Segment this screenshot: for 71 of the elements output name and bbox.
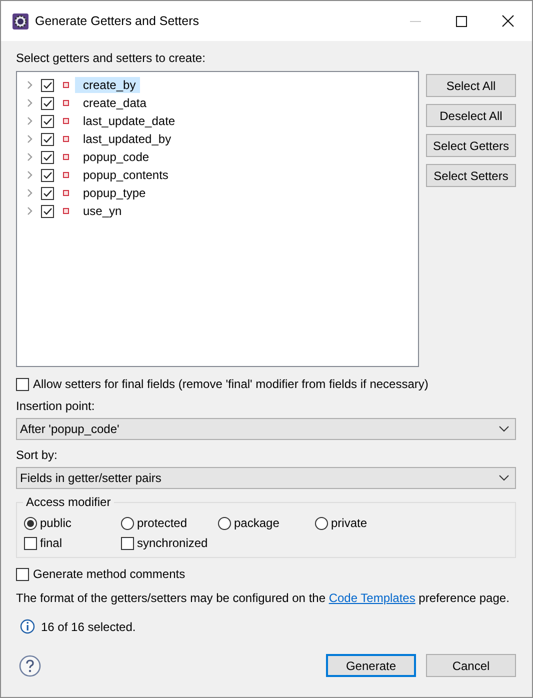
checkbox[interactable] [16, 568, 29, 580]
expand-icon[interactable] [26, 207, 34, 215]
expand-icon[interactable] [26, 189, 34, 197]
field-item[interactable]: last_updated_by [75, 131, 176, 147]
radio-label: protected [137, 516, 188, 530]
dialog-button[interactable]: Generate [326, 654, 416, 677]
field-icon [63, 154, 69, 160]
checkbox[interactable] [16, 378, 29, 390]
checkbox-label: final [40, 536, 62, 550]
tree-label: Select getters and setters to create: [16, 51, 206, 65]
checkbox-label: synchronized [137, 536, 208, 550]
field-icon [63, 190, 69, 196]
checkbox[interactable] [41, 204, 54, 218]
chevron-down-icon [499, 475, 509, 481]
checkbox[interactable] [41, 150, 54, 164]
expand-icon[interactable] [26, 153, 34, 161]
checkbox-label: Allow setters for final fields (remove 'final' modifier from fields if necessary) [33, 377, 428, 391]
field-icon [63, 118, 69, 124]
radio-button[interactable] [315, 516, 328, 530]
window-title: Generate Getters and Setters [35, 14, 200, 28]
selection-status: 16 of 16 selected. [41, 620, 136, 634]
field-item[interactable]: use_yn [75, 203, 126, 219]
info-icon [20, 619, 35, 634]
maximize-icon[interactable] [456, 16, 466, 26]
help-icon[interactable] [19, 654, 41, 676]
side-button[interactable]: Select All [426, 74, 516, 97]
app-icon [12, 12, 29, 30]
expand-icon[interactable] [26, 99, 34, 107]
radio-button[interactable] [24, 516, 37, 530]
checkbox[interactable] [41, 114, 54, 128]
chevron-down-icon [499, 426, 509, 432]
field-item[interactable]: create_data [75, 95, 150, 111]
expand-icon[interactable] [26, 135, 34, 143]
field-item[interactable]: popup_code [75, 149, 154, 165]
field-item[interactable]: popup_contents [75, 167, 172, 183]
field-icon [63, 208, 69, 214]
field-item[interactable]: popup_type [75, 185, 150, 201]
checkbox[interactable] [41, 186, 54, 200]
field-icon [63, 82, 69, 88]
field-icon [63, 172, 69, 178]
radio-button[interactable] [218, 516, 231, 530]
radio-label: private [331, 516, 368, 530]
insertion-point-label: Insertion point: [16, 399, 96, 413]
expand-icon[interactable] [26, 171, 34, 179]
radio-label: package [234, 516, 280, 530]
radio-button[interactable] [121, 516, 134, 530]
side-button[interactable]: Select Setters [426, 164, 516, 187]
field-icon [63, 100, 69, 106]
sort-by-label: Sort by: [16, 448, 58, 462]
field-item[interactable]: create_by [75, 77, 140, 93]
checkbox[interactable] [121, 536, 134, 550]
checkbox[interactable] [24, 536, 37, 550]
checkbox[interactable] [41, 132, 54, 146]
radio-label: public [40, 516, 72, 530]
field-item[interactable]: last_update_date [75, 113, 180, 129]
checkbox[interactable] [41, 78, 54, 92]
close-icon[interactable] [502, 15, 514, 27]
checkbox[interactable] [41, 96, 54, 110]
side-button[interactable]: Deselect All [426, 104, 516, 127]
code-templates-link[interactable]: Code Templates [328, 591, 416, 605]
expand-icon[interactable] [26, 81, 34, 89]
side-button[interactable]: Select Getters [426, 134, 516, 157]
dialog-button[interactable]: Cancel [426, 654, 516, 677]
insertion-point-dropdown[interactable]: After 'popup_code' [16, 418, 516, 440]
format-note: The format of the getters/setters may be configured on the Code Templates preference page. [16, 591, 510, 605]
checkbox[interactable] [41, 168, 54, 182]
checkbox-label: Generate method comments [33, 567, 186, 581]
field-icon [63, 136, 69, 142]
group-title: Access modifier [23, 495, 114, 509]
expand-icon[interactable] [26, 117, 34, 125]
sort-by-dropdown[interactable]: Fields in getter/setter pairs [16, 467, 516, 489]
